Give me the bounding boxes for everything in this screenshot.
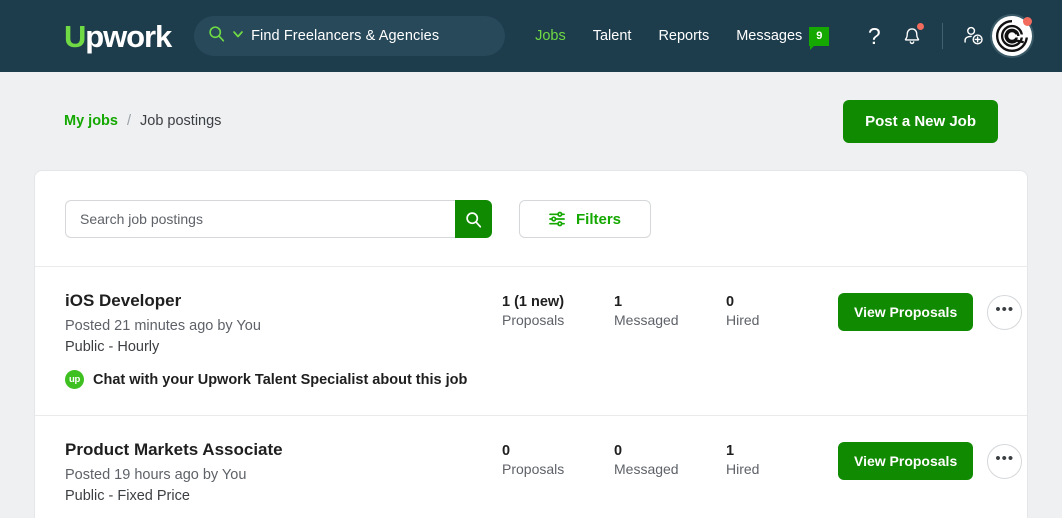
upwork-logo[interactable]: Upwork <box>64 21 171 52</box>
stat-messaged-label: Messaged <box>614 461 726 477</box>
sliders-icon <box>549 211 566 227</box>
filters-button[interactable]: Filters <box>519 200 651 238</box>
nav-link-jobs[interactable]: Jobs <box>535 28 566 44</box>
stat-proposals-value: 0 <box>502 443 614 459</box>
search-icon <box>208 25 225 47</box>
nav-link-talent[interactable]: Talent <box>593 28 632 44</box>
avatar-notification-dot <box>1023 17 1032 26</box>
page-header-row: My jobs / Job postings Post a New Job <box>34 72 1028 170</box>
stat-hired-label: Hired <box>726 312 838 328</box>
job-actions-1: View Proposals ••• <box>838 291 1022 331</box>
stat-messaged-value: 1 <box>614 294 726 310</box>
page-content: My jobs / Job postings Post a New Job <box>0 72 1062 518</box>
stat-proposals-label: Proposals <box>502 461 614 477</box>
nav-link-messages[interactable]: Messages 9 <box>736 27 829 46</box>
job-posted-meta: Posted 19 hours ago by You <box>65 467 502 483</box>
breadcrumb-my-jobs[interactable]: My jobs <box>64 113 118 129</box>
logo-u: U <box>64 21 85 52</box>
global-search-field[interactable]: Find Freelancers & Agencies <box>194 16 505 56</box>
primary-nav-links: Jobs Talent Reports Messages 9 <box>535 27 829 46</box>
job-stats-1: 1 (1 new) Proposals 1 Messaged 0 Hired <box>502 291 838 328</box>
job-postings-card: Filters iOS Developer Posted 21 minutes … <box>34 170 1028 518</box>
invite-user-button[interactable] <box>954 17 992 55</box>
notifications-button[interactable] <box>893 17 931 55</box>
breadcrumb-current: Job postings <box>140 113 221 129</box>
messages-count-badge: 9 <box>809 27 829 46</box>
search-icon <box>465 211 482 228</box>
stat-proposals[interactable]: 1 (1 new) Proposals <box>502 294 614 328</box>
global-search-label: Find Freelancers & Agencies <box>251 28 439 44</box>
chevron-down-icon[interactable] <box>232 27 244 45</box>
top-navigation-bar: Upwork Find Freelancers & Agencies Jobs … <box>0 0 1062 72</box>
breadcrumb-separator: / <box>127 113 131 129</box>
job-posted-meta: Posted 21 minutes ago by You <box>65 318 502 334</box>
nav-link-messages-label: Messages <box>736 28 802 44</box>
stat-messaged-label: Messaged <box>614 312 726 328</box>
job-visibility-type: Public - Hourly <box>65 339 502 355</box>
question-mark-icon: ? <box>868 25 881 48</box>
search-submit-button[interactable] <box>455 200 492 238</box>
logo-text: pwork <box>85 21 171 52</box>
stat-hired-value: 1 <box>726 443 838 459</box>
stat-messaged[interactable]: 0 Messaged <box>614 443 726 477</box>
notification-dot <box>917 23 924 30</box>
search-input[interactable] <box>65 200 455 238</box>
table-row[interactable]: Product Markets Associate Posted 19 hour… <box>35 416 1027 518</box>
job-title-link[interactable]: Product Markets Associate <box>65 440 502 460</box>
stat-hired-value: 0 <box>726 294 838 310</box>
upwork-up-icon: up <box>65 370 84 389</box>
add-person-icon <box>962 25 985 47</box>
post-a-new-job-button[interactable]: Post a New Job <box>843 100 998 143</box>
job-info-1: iOS Developer Posted 21 minutes ago by Y… <box>65 291 502 389</box>
stat-hired[interactable]: 1 Hired <box>726 443 838 477</box>
help-button[interactable]: ? <box>855 17 893 55</box>
stat-proposals-label: Proposals <box>502 312 614 328</box>
job-stats-2: 0 Proposals 0 Messaged 1 Hired <box>502 440 838 477</box>
ellipsis-icon[interactable]: ••• <box>987 295 1022 330</box>
stat-messaged-value: 0 <box>614 443 726 459</box>
view-proposals-button[interactable]: View Proposals <box>838 293 973 331</box>
nav-divider <box>942 23 943 49</box>
job-search-group <box>65 200 492 238</box>
stat-hired-label: Hired <box>726 461 838 477</box>
job-actions-2: View Proposals ••• <box>838 440 1022 480</box>
job-title-link[interactable]: iOS Developer <box>65 291 502 311</box>
nav-icon-group: ? <box>855 16 1032 56</box>
search-and-filters-toolbar: Filters <box>35 171 1027 267</box>
stat-proposals[interactable]: 0 Proposals <box>502 443 614 477</box>
job-info-2: Product Markets Associate Posted 19 hour… <box>65 440 502 504</box>
table-row[interactable]: iOS Developer Posted 21 minutes ago by Y… <box>35 267 1027 416</box>
view-proposals-button[interactable]: View Proposals <box>838 442 973 480</box>
talent-specialist-chat-text: Chat with your Upwork Talent Specialist … <box>93 372 467 388</box>
talent-specialist-chat-link[interactable]: up Chat with your Upwork Talent Speciali… <box>65 370 502 389</box>
filters-label: Filters <box>576 211 621 228</box>
stat-messaged[interactable]: 1 Messaged <box>614 294 726 328</box>
job-visibility-type: Public - Fixed Price <box>65 488 502 504</box>
ellipsis-icon[interactable]: ••• <box>987 444 1022 479</box>
avatar[interactable] <box>992 16 1032 56</box>
stat-proposals-value: 1 (1 new) <box>502 294 614 310</box>
breadcrumb: My jobs / Job postings <box>64 113 221 129</box>
stat-hired[interactable]: 0 Hired <box>726 294 838 328</box>
nav-link-reports[interactable]: Reports <box>658 28 709 44</box>
